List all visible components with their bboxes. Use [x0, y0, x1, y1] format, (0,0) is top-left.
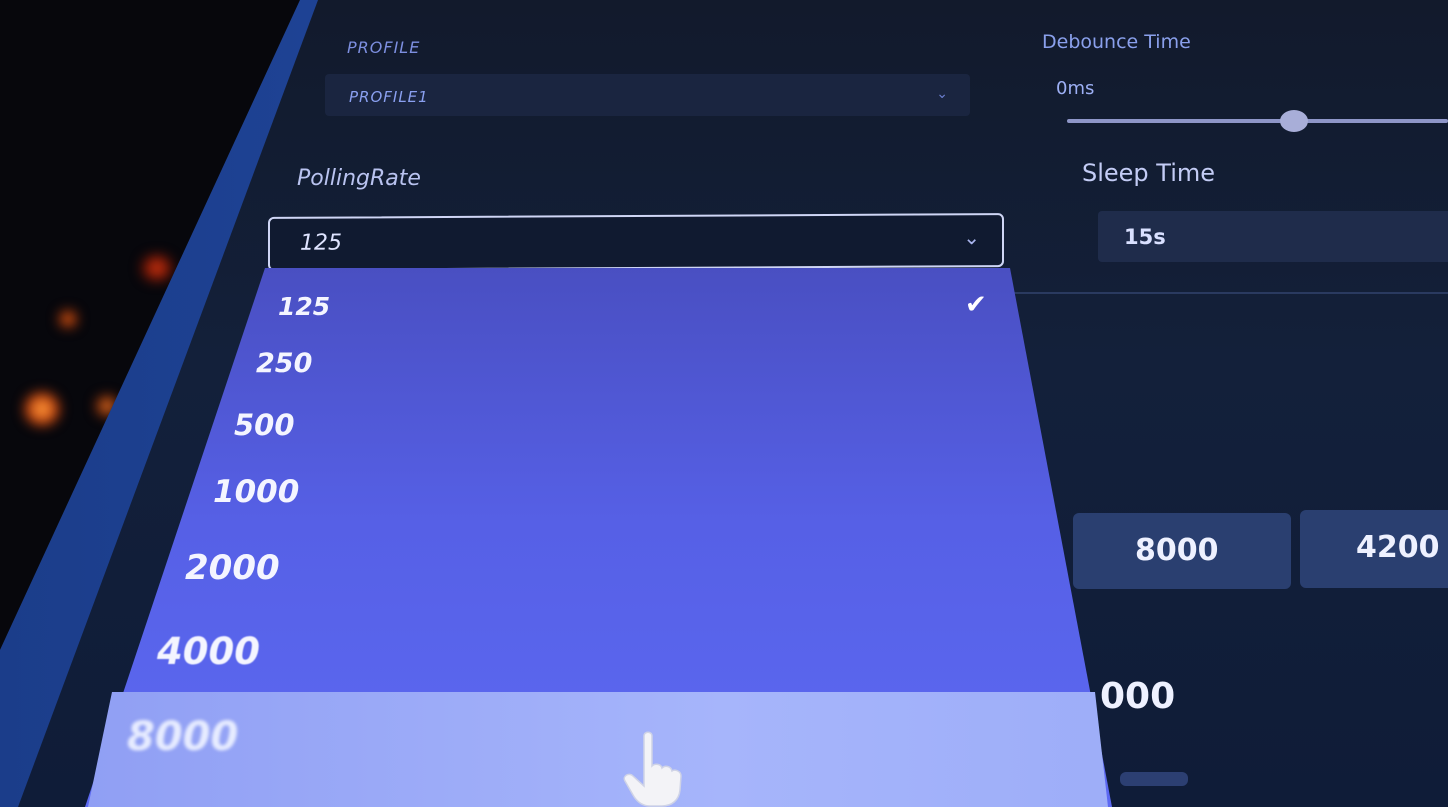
profile-select[interactable]: PROFILE1 ⌄	[325, 74, 970, 116]
bottom-control[interactable]	[1120, 772, 1188, 786]
preset-button-label: 4200	[1356, 530, 1440, 565]
background-light	[58, 310, 78, 328]
polling-option-4000[interactable]: 4000	[157, 630, 260, 673]
chevron-down-icon: ⌄	[963, 225, 980, 250]
debounce-slider-thumb[interactable]	[1280, 110, 1308, 132]
background-light	[22, 392, 62, 426]
debounce-slider-track[interactable]	[1067, 119, 1448, 123]
polling-rate-label: PollingRate	[297, 166, 421, 191]
preset-button[interactable]: 4200	[1300, 510, 1448, 588]
polling-rate-select[interactable]: 125 ⌄	[268, 213, 1004, 271]
sleep-time-label: Sleep Time	[1082, 159, 1216, 187]
chevron-down-icon: ⌄	[936, 86, 948, 102]
sleep-time-value: 15s	[1124, 225, 1166, 249]
polling-option-2000[interactable]: 2000	[185, 548, 280, 588]
hand-pointer-icon	[623, 731, 682, 807]
section-divider	[1000, 292, 1448, 294]
background-light	[140, 255, 174, 281]
polling-option-125[interactable]: 125	[278, 292, 330, 321]
preset-button[interactable]: 8000	[1073, 513, 1291, 589]
preset-button-label: 8000	[1135, 533, 1219, 568]
profile-label: PROFILE	[347, 38, 421, 57]
check-icon: ✔	[965, 290, 987, 320]
polling-option-1000[interactable]: 1000	[213, 474, 299, 510]
profile-select-value: PROFILE1	[349, 88, 429, 106]
debounce-time-value: 0ms	[1056, 78, 1095, 99]
debounce-time-label: Debounce Time	[1042, 31, 1191, 53]
polling-option-500[interactable]: 500	[234, 408, 295, 442]
sleep-time-select[interactable]: 15s	[1098, 211, 1448, 262]
partial-value-label: 000	[1100, 676, 1176, 717]
polling-option-250[interactable]: 250	[256, 348, 312, 379]
polling-rate-select-value: 125	[300, 230, 342, 256]
polling-option-8000[interactable]: 8000	[127, 714, 238, 760]
